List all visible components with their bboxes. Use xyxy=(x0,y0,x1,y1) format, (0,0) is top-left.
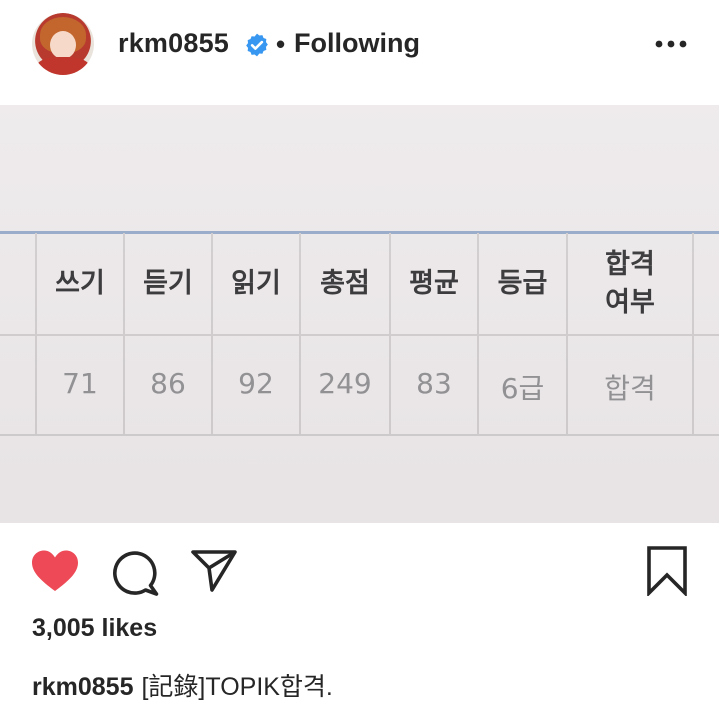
post-photo[interactable]: 쓰기 듣기 읽기 총점 평균 등급 합격 여부 71 86 92 249 83 … xyxy=(0,105,719,523)
table-header-cell: 듣기 xyxy=(143,268,193,299)
table-top-rule xyxy=(0,231,719,234)
more-options-icon[interactable] xyxy=(654,36,688,52)
table-row-divider xyxy=(0,334,719,336)
table-value-cell: 71 xyxy=(62,367,98,400)
table-value-cell: 249 xyxy=(318,367,372,400)
caption-text: [記錄]TOPIK합격. xyxy=(141,673,333,701)
table-column-divider xyxy=(35,233,37,436)
header-separator: • xyxy=(276,29,286,59)
table-bottom-rule xyxy=(0,434,719,436)
table-column-divider xyxy=(123,233,125,436)
profile-avatar[interactable] xyxy=(32,13,94,75)
table-value-cell: 86 xyxy=(150,367,186,400)
table-header-cell: 총점 xyxy=(320,268,370,299)
header-username[interactable]: rkm0855 xyxy=(118,28,229,59)
table-value-cell: 합격 xyxy=(604,372,656,405)
avatar-face xyxy=(50,31,76,59)
table-header-cell: 여부 xyxy=(605,287,655,318)
post-header: rkm0855 • Following xyxy=(0,0,719,100)
table-header-cell: 쓰기 xyxy=(55,268,105,299)
table-header-cell: 읽기 xyxy=(231,268,281,299)
post-caption: rkm0855 [記錄]TOPIK합격. xyxy=(32,667,333,703)
bookmark-icon[interactable] xyxy=(646,546,688,596)
table-value-cell: 83 xyxy=(416,367,452,400)
heart-icon[interactable] xyxy=(30,549,80,593)
comment-icon[interactable] xyxy=(110,550,160,596)
table-column-divider xyxy=(211,233,213,436)
table-column-divider xyxy=(692,233,694,436)
table-value-cell: 6급 xyxy=(500,372,545,405)
like-count[interactable]: 3,005 likes xyxy=(32,614,157,643)
table-column-divider xyxy=(299,233,301,436)
table-column-divider xyxy=(566,233,568,436)
following-button[interactable]: Following xyxy=(294,28,420,59)
verified-badge-icon xyxy=(246,33,268,57)
table-value-cell: 92 xyxy=(238,367,274,400)
avatar-sweater xyxy=(36,57,90,75)
table-header-cell: 합격 xyxy=(605,249,655,280)
table-column-divider xyxy=(477,233,479,436)
table-header-cell: 등급 xyxy=(497,268,548,299)
share-icon[interactable] xyxy=(190,549,238,593)
caption-username[interactable]: rkm0855 xyxy=(32,673,133,701)
table-column-divider xyxy=(389,233,391,436)
table-header-cell: 평균 xyxy=(409,268,459,299)
